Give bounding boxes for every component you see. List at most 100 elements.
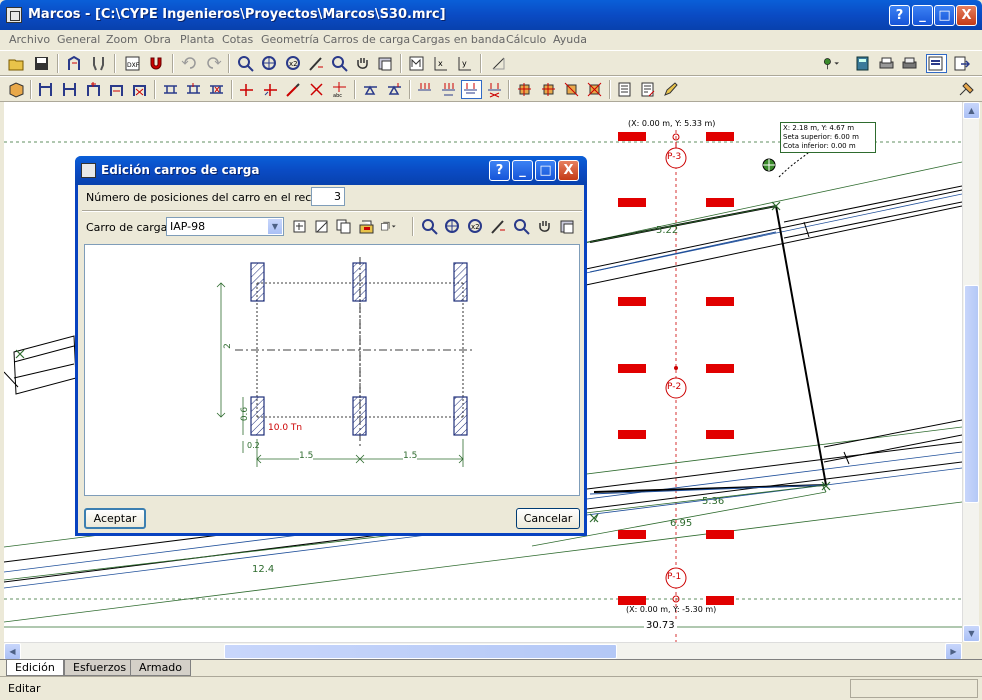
scroll-left-icon[interactable]: ◀ xyxy=(4,643,21,660)
beam-edit-icon[interactable] xyxy=(185,81,202,98)
load-edit-icon[interactable] xyxy=(440,81,457,98)
scroll-right-icon[interactable]: ▶ xyxy=(945,643,962,660)
structure-icon[interactable] xyxy=(66,55,83,72)
measure-icon[interactable] xyxy=(490,55,507,72)
library-truck-icon[interactable] xyxy=(380,218,406,235)
undo-icon[interactable] xyxy=(181,55,198,72)
zoom-all-icon[interactable] xyxy=(261,55,278,72)
dialog-pan-hand-icon[interactable] xyxy=(536,218,553,235)
beam-icon[interactable] xyxy=(162,81,179,98)
layout-icon[interactable] xyxy=(926,54,947,73)
scroll-down-icon[interactable]: ▼ xyxy=(963,625,980,642)
view-icon[interactable] xyxy=(408,55,425,72)
frame-icon[interactable] xyxy=(37,81,54,98)
truck-load-icon[interactable] xyxy=(461,80,482,99)
help-button[interactable]: ? xyxy=(889,5,910,26)
menu-cotas[interactable]: Cotas xyxy=(222,33,253,46)
close-button[interactable]: X xyxy=(956,5,977,26)
tab-edicion[interactable]: Edición xyxy=(6,660,64,676)
export-icon[interactable]: DXF xyxy=(124,55,141,72)
vertical-scroll-thumb[interactable] xyxy=(964,285,979,503)
tools-icon[interactable] xyxy=(90,55,107,72)
axis-y-icon[interactable]: y xyxy=(456,55,473,72)
accept-button[interactable]: Aceptar xyxy=(84,508,146,529)
tab-esfuerzos[interactable]: Esfuerzos xyxy=(64,660,136,676)
pencil-icon[interactable] xyxy=(662,81,679,98)
dialog-titlebar[interactable]: Edición carros de carga ? _ □ X xyxy=(75,156,587,185)
truck-preview[interactable]: 2 0.6 0.2 10.0 Tn 1.5 1.5 xyxy=(84,244,580,496)
dialog-maximize-button[interactable]: □ xyxy=(535,160,556,181)
band-load-icon[interactable] xyxy=(516,81,533,98)
node-edit-icon[interactable] xyxy=(285,81,302,98)
band-load-edit-icon[interactable] xyxy=(540,81,557,98)
menu-geometria[interactable]: Geometría xyxy=(261,33,319,46)
horizontal-scroll-thumb[interactable] xyxy=(224,644,617,659)
node-delete-icon[interactable] xyxy=(308,81,325,98)
frame-delete-icon[interactable] xyxy=(131,81,148,98)
horizontal-scrollbar[interactable]: ◀ ▶ xyxy=(4,642,962,660)
menu-obra[interactable]: Obra xyxy=(144,33,171,46)
zoom-out-icon[interactable]: x2 xyxy=(285,55,302,72)
cube-icon[interactable] xyxy=(8,81,25,98)
menu-zoom[interactable]: Zoom xyxy=(106,33,138,46)
dialog-zoom-all-icon[interactable] xyxy=(444,218,461,235)
magnet-icon[interactable] xyxy=(148,55,165,72)
print-preview-icon[interactable] xyxy=(901,55,918,72)
tab-armado[interactable]: Armado xyxy=(130,660,192,676)
zoom-select-icon[interactable] xyxy=(237,55,254,72)
node-move-icon[interactable] xyxy=(262,81,279,98)
node-add-icon[interactable] xyxy=(238,81,255,98)
dialog-zoom-out-icon[interactable]: x2 xyxy=(467,218,484,235)
dialog-close-button[interactable]: X xyxy=(558,160,579,181)
menu-ayuda[interactable]: Ayuda xyxy=(553,33,587,46)
maximize-button[interactable]: □ xyxy=(934,5,955,26)
dialog-redraw-icon[interactable] xyxy=(559,218,576,235)
menu-planta[interactable]: Planta xyxy=(180,33,214,46)
menu-cargas-en-banda[interactable]: Cargas en banda xyxy=(412,33,505,46)
band-load-delete-icon[interactable] xyxy=(586,81,603,98)
node-label-icon[interactable]: abc xyxy=(331,81,348,99)
dialog-minimize-button[interactable]: _ xyxy=(512,160,533,181)
zoom-previous-icon[interactable] xyxy=(331,55,348,72)
menu-calculo[interactable]: Cálculo xyxy=(506,33,546,46)
redraw-icon[interactable] xyxy=(377,55,394,72)
listing-edit-icon[interactable] xyxy=(639,81,656,98)
zoom-window-icon[interactable] xyxy=(308,55,325,72)
exit-icon[interactable] xyxy=(953,55,971,72)
frame-add-icon[interactable] xyxy=(85,81,102,98)
window-titlebar[interactable]: Marcos - [C:\CYPE Ingenieros\Proyectos\M… xyxy=(0,0,982,30)
axis-x-icon[interactable]: x xyxy=(432,55,449,72)
import-truck-icon[interactable] xyxy=(358,218,375,235)
frame-edit-icon[interactable] xyxy=(61,81,78,98)
listing-icon[interactable] xyxy=(616,81,633,98)
frame-move-icon[interactable] xyxy=(108,81,125,98)
dialog-zoom-select-icon[interactable] xyxy=(421,218,438,235)
pan-hand-icon[interactable] xyxy=(354,55,371,72)
redo-icon[interactable] xyxy=(205,55,222,72)
dialog-zoom-previous-icon[interactable] xyxy=(513,218,530,235)
location-icon[interactable] xyxy=(822,55,844,72)
minimize-button[interactable]: _ xyxy=(912,5,933,26)
support-edit-icon[interactable] xyxy=(386,81,403,98)
truck-select[interactable]: IAP-98 ▼ xyxy=(166,217,284,236)
band-load-move-icon[interactable] xyxy=(563,81,580,98)
positions-input[interactable]: 3 xyxy=(311,187,345,206)
open-folder-icon[interactable] xyxy=(8,55,25,72)
support-icon[interactable] xyxy=(362,81,379,98)
dialog-zoom-window-icon[interactable] xyxy=(490,218,507,235)
printer-icon[interactable] xyxy=(878,55,895,72)
load-icon[interactable] xyxy=(416,81,433,98)
copy-truck-icon[interactable] xyxy=(335,218,352,235)
dialog-help-button[interactable]: ? xyxy=(489,160,510,181)
calculator-icon[interactable] xyxy=(854,55,871,72)
truck-delete-icon[interactable] xyxy=(486,81,503,98)
vertical-scrollbar[interactable]: ▲ ▼ xyxy=(962,102,980,642)
scroll-up-icon[interactable]: ▲ xyxy=(963,102,980,119)
menu-general[interactable]: General xyxy=(57,33,100,46)
chevron-down-icon[interactable]: ▼ xyxy=(267,218,283,235)
edit-truck-icon[interactable] xyxy=(313,218,330,235)
beam-delete-icon[interactable] xyxy=(208,81,225,98)
add-truck-icon[interactable] xyxy=(291,218,308,235)
menu-archivo[interactable]: Archivo xyxy=(9,33,50,46)
menu-carros-de-carga[interactable]: Carros de carga xyxy=(323,33,410,46)
